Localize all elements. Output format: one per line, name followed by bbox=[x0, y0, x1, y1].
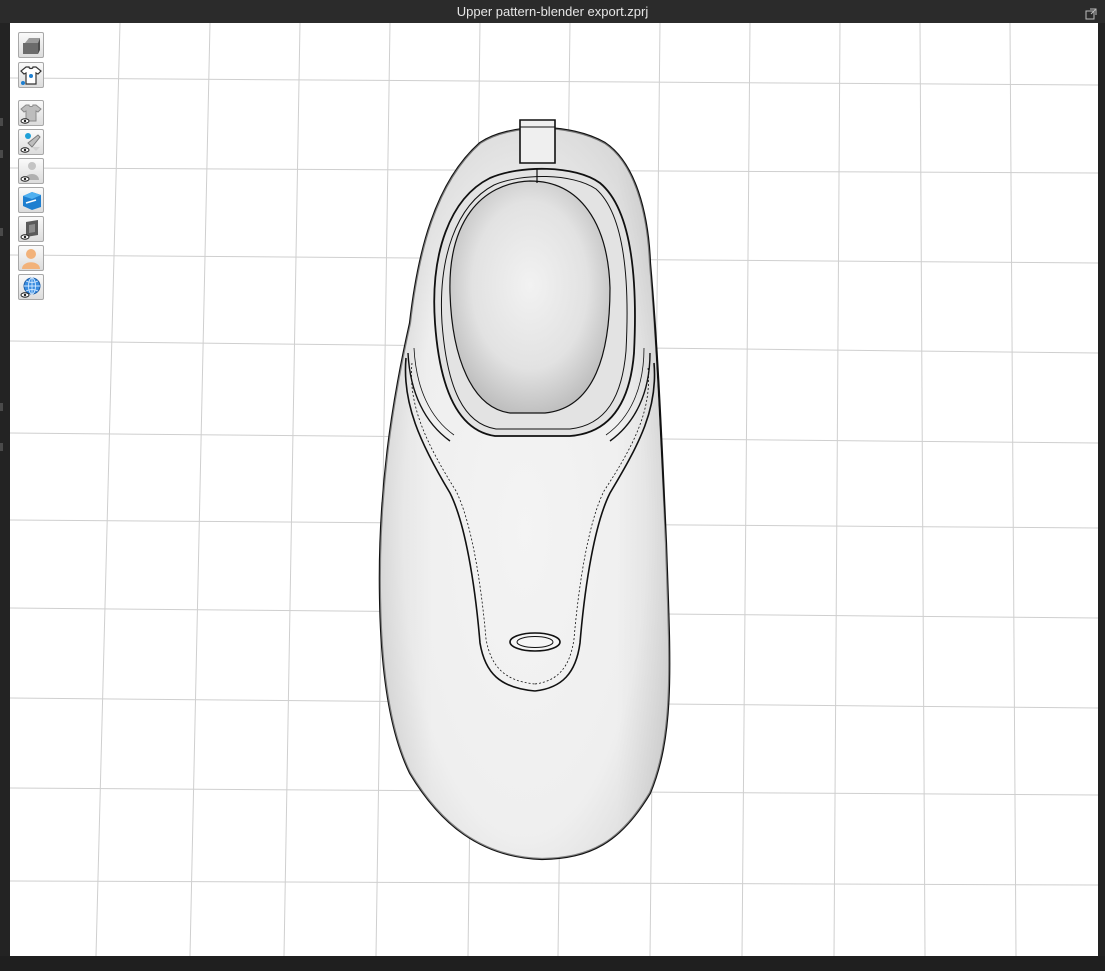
skin-avatar-icon bbox=[22, 249, 40, 269]
shirt-eye-icon bbox=[20, 104, 42, 124]
avatar-eye-icon bbox=[20, 162, 39, 182]
app-window: Upper pattern-blender export.zprj bbox=[0, 0, 1105, 971]
3d-viewport[interactable] bbox=[10, 23, 1098, 956]
left-panel-edge bbox=[0, 23, 10, 956]
avatar-display-button[interactable] bbox=[18, 32, 44, 58]
garment-display-button[interactable] bbox=[18, 62, 44, 88]
detach-window-icon[interactable] bbox=[1085, 4, 1097, 20]
show-garment-button[interactable] bbox=[18, 100, 44, 126]
viewport-scene bbox=[10, 23, 1098, 956]
bottom-frame bbox=[0, 956, 1105, 971]
show-fabric-button[interactable] bbox=[18, 187, 44, 213]
show-avatar-button[interactable] bbox=[18, 158, 44, 184]
avatar-block-icon bbox=[23, 38, 40, 54]
window-title: Upper pattern-blender export.zprj bbox=[456, 4, 649, 19]
edge-tick bbox=[0, 443, 3, 451]
avatar-skin-button[interactable] bbox=[18, 245, 44, 271]
texture-eye-icon bbox=[20, 220, 38, 240]
edge-tick bbox=[0, 403, 3, 411]
globe-icon bbox=[20, 277, 41, 298]
show-texture-button[interactable] bbox=[18, 216, 44, 242]
show-pins-button[interactable] bbox=[18, 129, 44, 155]
environment-button[interactable] bbox=[18, 274, 44, 300]
tshirt-icon bbox=[20, 66, 42, 85]
edge-tick bbox=[0, 150, 3, 158]
pin-eye-icon bbox=[20, 133, 41, 153]
edge-tick bbox=[0, 118, 3, 126]
fabric-blue-icon bbox=[23, 192, 41, 210]
shoe-model bbox=[378, 119, 671, 861]
title-bar: Upper pattern-blender export.zprj bbox=[0, 0, 1105, 23]
edge-tick bbox=[0, 228, 3, 236]
